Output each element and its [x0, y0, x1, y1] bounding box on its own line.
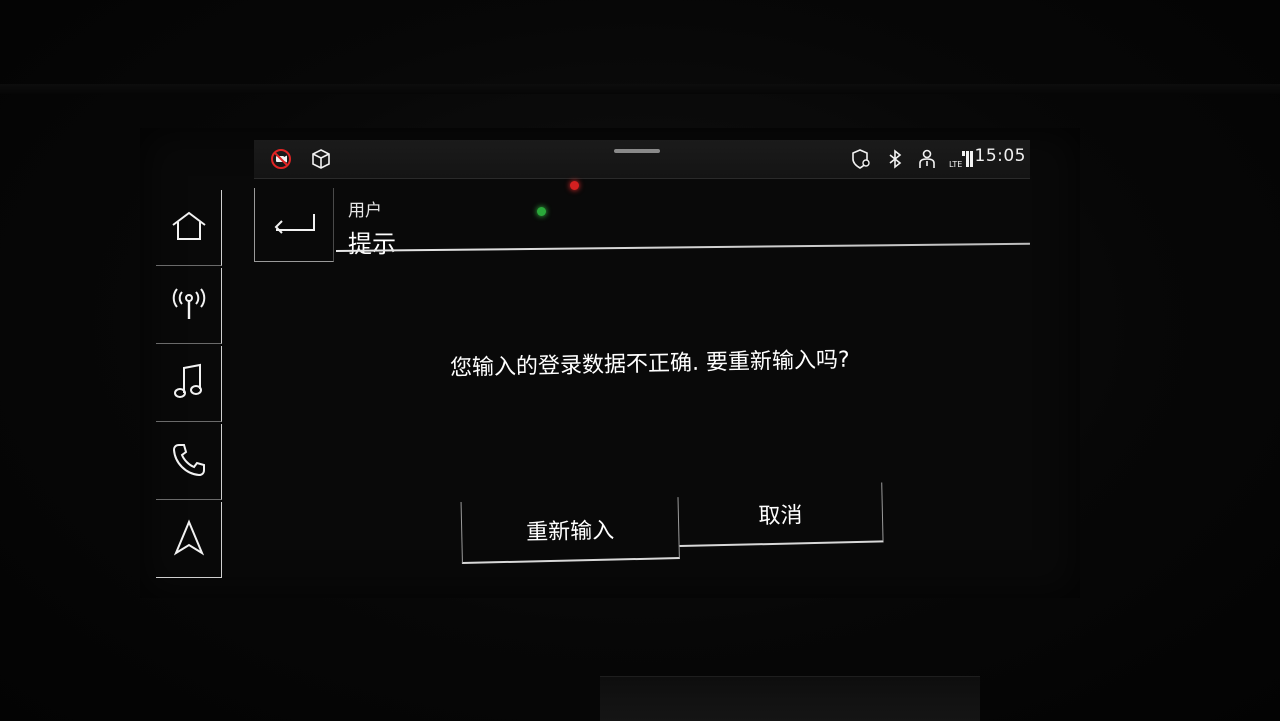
car-dashboard: LTE 15:05 用户 提示 您输入的登录数据不正确. 要重新输入吗? 重新输…: [0, 0, 1280, 721]
navigation-arrow-icon: [173, 518, 205, 561]
sidebar-item-navigation[interactable]: [156, 502, 222, 578]
user-icon: [916, 148, 938, 170]
cube-icon: [310, 148, 332, 170]
sidebar-item-radio[interactable]: [156, 268, 222, 344]
dashboard-bezel: [0, 84, 1280, 94]
home-icon: [170, 210, 208, 246]
retry-button[interactable]: 重新输入: [460, 497, 680, 565]
red-reflection: [570, 181, 579, 190]
dialog-button-group: 重新输入 取消: [460, 482, 886, 566]
bluetooth-icon: [884, 148, 906, 170]
page-title: 提示: [348, 230, 396, 258]
lte-label: LTE: [949, 160, 962, 169]
sidebar: [156, 190, 228, 580]
back-arrow-icon: [270, 210, 318, 240]
back-button[interactable]: [254, 188, 334, 262]
pull-down-handle[interactable]: [614, 149, 660, 153]
no-camera-icon: [270, 148, 292, 170]
radio-antenna-icon: [170, 286, 208, 326]
lte-signal-icon: LTE: [948, 148, 974, 170]
sidebar-item-home[interactable]: [156, 190, 222, 266]
clock: 15:05: [974, 146, 1026, 166]
sidebar-item-phone[interactable]: [156, 424, 222, 500]
music-note-icon: [172, 363, 206, 405]
status-bar: LTE 15:05: [254, 140, 1030, 179]
cancel-button[interactable]: 取消: [678, 482, 884, 548]
phone-icon: [171, 442, 207, 482]
green-reflection: [537, 207, 546, 216]
shield-location-icon: [850, 148, 872, 170]
header-subtitle: 用户: [348, 201, 382, 221]
sidebar-item-media[interactable]: [156, 346, 222, 422]
lower-console: [600, 676, 980, 721]
